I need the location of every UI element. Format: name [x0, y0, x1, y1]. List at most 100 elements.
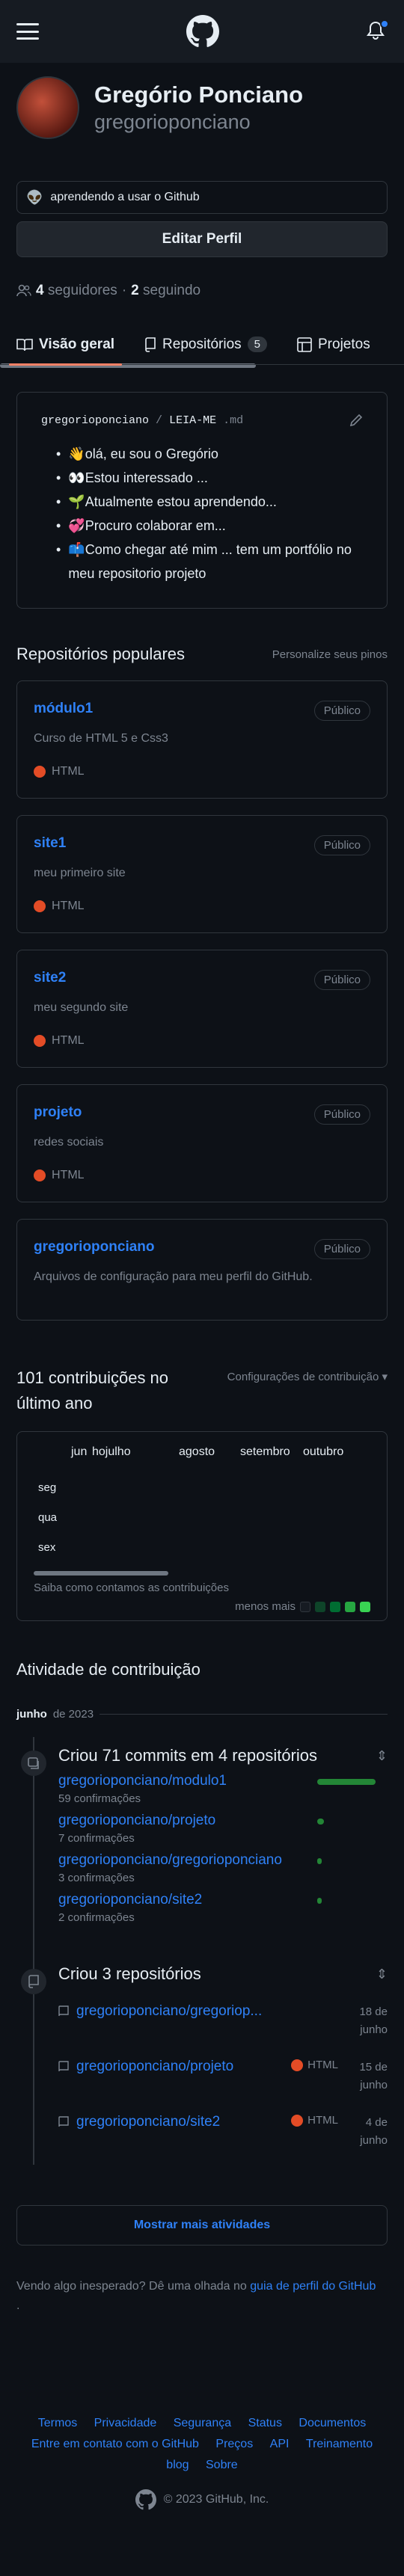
tab-overview[interactable]: Visão geral: [8, 325, 123, 366]
footer-link[interactable]: Status: [248, 2417, 282, 2429]
language-color-dot: [34, 1169, 46, 1181]
commit-repo-link[interactable]: gregorioponciano/site2: [58, 1892, 202, 1908]
github-mark-icon[interactable]: [135, 2489, 156, 2510]
day-label: sex: [38, 1541, 56, 1554]
readme-item: 📫Como chegar até mim ... tem um portfóli…: [56, 538, 363, 585]
contribution-settings-dropdown[interactable]: Configurações de contribuição ▾: [227, 1365, 388, 1416]
footer-link[interactable]: Preços: [215, 2438, 253, 2450]
activity-year: de 2023: [52, 1708, 94, 1721]
commit-repo-link[interactable]: gregorioponciano/modulo1: [58, 1773, 227, 1789]
month-label: hojulho: [92, 1445, 131, 1458]
github-logo-icon[interactable]: [186, 15, 219, 48]
pencil-icon[interactable]: [349, 414, 363, 427]
readme-owner[interactable]: gregorioponciano: [41, 414, 149, 427]
tab-repositories[interactable]: Repositórios 5: [144, 325, 267, 365]
commit-repo-link[interactable]: gregorioponciano/gregorioponciano: [58, 1852, 282, 1868]
repo-name-link[interactable]: módulo1: [34, 701, 93, 716]
created-date: 15 de junho: [359, 2061, 388, 2091]
commit-share-bar: [317, 1858, 322, 1864]
created-repo-language: HTML: [291, 2059, 338, 2071]
follow-separator: ·: [121, 283, 127, 298]
commit-share-bar: [317, 1779, 376, 1785]
following-count: 2: [131, 283, 139, 298]
readme-item-emoji: 🌱: [68, 494, 85, 509]
commit-repo-link[interactable]: gregorioponciano/projeto: [58, 1813, 215, 1828]
commit-bar-track: [317, 1813, 388, 1825]
month-label: jun: [71, 1445, 88, 1458]
commit-bar-track: [317, 1773, 388, 1785]
legend-square: [345, 1601, 355, 1612]
followers-label: seguidores: [47, 283, 117, 298]
language-name: HTML: [52, 765, 85, 778]
repo-name-link[interactable]: projeto: [34, 1104, 82, 1120]
commit-count: 3 confirmações: [58, 1872, 135, 1884]
commit-repo-row: gregorioponciano/projeto 7 confirmações: [58, 1813, 388, 1845]
expand-icon[interactable]: ⇕: [376, 1967, 388, 1982]
caret-down-icon: ▾: [382, 1371, 388, 1383]
repo-card: site1 Público meu primeiro site HTML: [16, 815, 388, 933]
footer-link[interactable]: Sobre: [206, 2459, 238, 2471]
status-box[interactable]: 👽 aprendendo a usar o Github: [16, 181, 388, 214]
commit-count: 2 confirmações: [58, 1911, 135, 1924]
footer-link[interactable]: Entre em contato com o GitHub: [31, 2438, 199, 2450]
learn-contributions-link[interactable]: Saiba como contamos as contribuições: [34, 1581, 229, 1594]
graph-footer: Saiba como contamos as contribuições: [34, 1581, 370, 1594]
expand-icon[interactable]: ⇕: [376, 1748, 388, 1764]
repo-name-link[interactable]: site2: [34, 970, 66, 986]
profile-guide-link[interactable]: guia de perfil do GitHub: [250, 2280, 376, 2293]
readme-item-text: Atualmente estou aprendendo...: [85, 494, 277, 509]
top-header: [0, 0, 404, 63]
avatar[interactable]: [16, 76, 79, 139]
edit-profile-button[interactable]: Editar Perfil: [16, 221, 388, 257]
language-name: HTML: [52, 1169, 85, 1181]
month-label: agosto: [179, 1445, 215, 1458]
readme-item: 🌱Atualmente estou aprendendo...: [56, 490, 363, 514]
followers-link[interactable]: 4 seguidores: [36, 283, 117, 299]
commit-count: 59 confirmações: [58, 1792, 141, 1805]
people-icon: [16, 284, 31, 297]
footer-link[interactable]: Documentos: [299, 2417, 366, 2429]
commit-share-bar: [317, 1898, 322, 1904]
repo-description: meu segundo site: [34, 1001, 129, 1014]
unexpected-prefix: Vendo algo inesperado? Dê uma olhada no: [16, 2280, 247, 2293]
graph-scrollbar[interactable]: [34, 1571, 168, 1576]
footer-link[interactable]: Segurança: [174, 2417, 231, 2429]
repo-language: HTML: [34, 1034, 370, 1048]
show-more-activity-button[interactable]: Mostrar mais atividades: [16, 2205, 388, 2245]
legend-square: [360, 1601, 370, 1612]
unexpected-note: Vendo algo inesperado? Dê uma olhada no …: [16, 2277, 388, 2316]
readme-item-emoji: 👋: [68, 446, 85, 461]
created-date: 18 de junho: [359, 2005, 388, 2036]
contributions-header: 101 contribuições no último ano Configur…: [16, 1365, 388, 1416]
commit-repo-row: gregorioponciano/site2 2 confirmações: [58, 1892, 388, 1924]
created-date: 4 de junho: [360, 2116, 388, 2147]
tab-repositories-label: Repositórios: [162, 336, 242, 352]
menu-icon[interactable]: [16, 23, 39, 40]
created-repo-link[interactable]: gregorioponciano/gregoriop...: [58, 2003, 262, 2020]
copyright: © 2023 GitHub, Inc.: [0, 2489, 404, 2510]
created-repo-link[interactable]: gregorioponciano/site2: [58, 2114, 220, 2130]
unexpected-suffix: .: [16, 2299, 20, 2312]
repo-language: HTML: [34, 900, 370, 913]
customize-pins-link[interactable]: Personalize seus pinos: [272, 648, 388, 661]
notifications-bell-icon[interactable]: [367, 19, 389, 42]
created-repo-link[interactable]: gregorioponciano/projeto: [58, 2059, 233, 2075]
language-color-dot: [34, 766, 46, 778]
readme-item: 💞️Procuro colaborar em...: [56, 514, 363, 538]
readme-item-emoji: 📫: [68, 542, 85, 557]
visibility-badge: Público: [313, 1104, 370, 1125]
contribution-settings-label: Configurações de contribuição: [227, 1371, 379, 1383]
footer-link[interactable]: Privacidade: [94, 2417, 157, 2429]
tab-projects[interactable]: Projetos: [297, 325, 370, 365]
commits-activity: Criou 71 commits em 4 repositórios ⇕ greg…: [16, 1737, 388, 1924]
footer-link[interactable]: API: [270, 2438, 290, 2450]
repo-name-link[interactable]: site1: [34, 835, 66, 851]
repo-name-link[interactable]: gregorioponciano: [34, 1239, 155, 1255]
footer: Termos Privacidade Segurança Status Docu…: [0, 2413, 404, 2510]
footer-link[interactable]: Termos: [38, 2417, 77, 2429]
footer-link[interactable]: Treinamento: [306, 2438, 373, 2450]
footer-link[interactable]: blog: [166, 2459, 189, 2471]
following-link[interactable]: 2 seguindo: [131, 283, 201, 299]
language-name: HTML: [52, 1034, 85, 1047]
created-repo-name: gregorioponciano/projeto: [76, 2059, 234, 2074]
